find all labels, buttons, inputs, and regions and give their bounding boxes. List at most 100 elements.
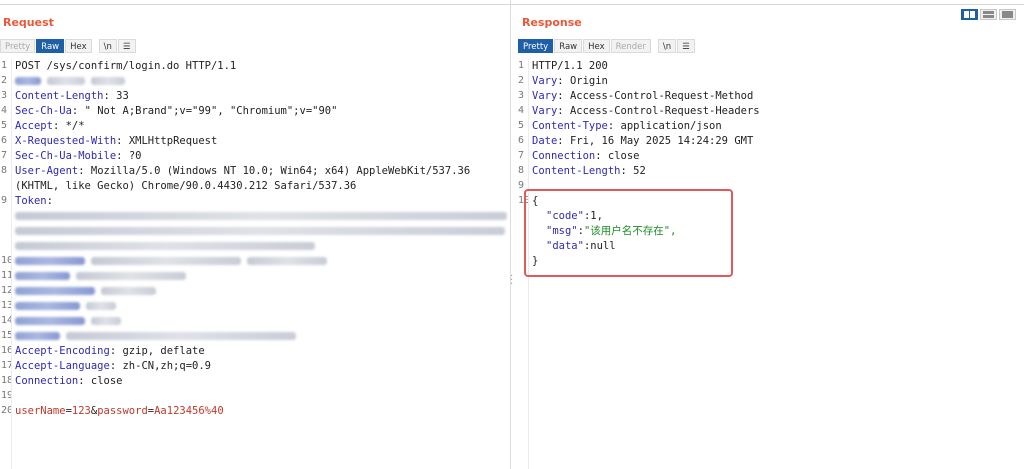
line-text: Connection: close — [532, 149, 639, 163]
redacted-block — [86, 302, 116, 310]
request-line: 3 Content-Length: 33 — [0, 89, 510, 103]
header-value: 52 — [633, 165, 646, 177]
header-name: Vary — [532, 90, 558, 102]
line-number: 17 — [1, 360, 11, 371]
redacted-block — [15, 317, 85, 325]
request-line: 2 — [0, 74, 510, 88]
tab-n[interactable]: \n — [657, 39, 677, 53]
pane-splitter-handle[interactable]: · · · — [510, 272, 513, 290]
line-text: Date: Fri, 16 May 2025 14:24:29 GMT — [532, 134, 753, 148]
header-colon: : — [557, 105, 570, 117]
header-colon: : — [620, 165, 634, 177]
line-number: 14 — [1, 315, 11, 326]
param-value: Aa123456%40 — [154, 405, 224, 417]
line-number: 3 — [1, 90, 8, 101]
line-number: 20 — [1, 405, 11, 416]
line-text: Sec-Ch-Ua: " Not A;Brand";v="99", "Chrom… — [15, 104, 337, 118]
header-name: Sec-Ch-Ua — [15, 105, 72, 117]
line-number: 6 — [1, 135, 8, 146]
header-value: gzip, deflate — [122, 345, 205, 357]
header-colon: : — [607, 120, 621, 132]
menu-icon[interactable]: ☰ — [677, 39, 695, 53]
menu-icon[interactable]: ☰ — [117, 39, 136, 53]
json-body-highlight — [524, 189, 733, 277]
request-line: 18 Connection: close — [0, 374, 510, 388]
response-line: 8 Content-Length: 52 — [517, 164, 1024, 178]
header-colon: : — [103, 90, 117, 102]
line-text — [15, 74, 125, 88]
redacted-block — [15, 212, 507, 220]
request-line: 16 Accept-Encoding: gzip, deflate — [0, 344, 510, 358]
response-line: 1 HTTP/1.1 200 — [517, 59, 1024, 73]
line-number: 5 — [518, 120, 525, 131]
response-line: 7 Connection: close — [517, 149, 1024, 163]
line-number: 5 — [1, 120, 8, 131]
tab-n[interactable]: \n — [98, 39, 117, 53]
line-number: 8 — [1, 165, 8, 176]
header-name: Accept-Language — [15, 360, 110, 372]
request-title: Request — [3, 16, 54, 29]
header-name: Connection — [532, 150, 596, 162]
header-value: 33 — [116, 90, 129, 102]
request-line: 7 Sec-Ch-Ua-Mobile: ?0 — [0, 149, 510, 163]
header-name: Content-Length — [15, 90, 104, 102]
header-name: Token — [15, 195, 47, 207]
header-colon: : — [116, 150, 129, 162]
line-number: 7 — [1, 150, 8, 161]
line-text: Vary: Access-Control-Request-Method — [532, 89, 753, 103]
tab-raw[interactable]: Raw — [36, 39, 65, 53]
line-number: 4 — [1, 105, 8, 116]
header-name: User-Agent — [15, 165, 79, 177]
line-number: 13 — [1, 300, 11, 311]
response-line: 4 Vary: Access-Control-Request-Headers — [517, 104, 1024, 118]
line-number: 15 — [1, 330, 11, 341]
tab-pretty[interactable]: Pretty — [0, 39, 36, 53]
redacted-block — [15, 77, 41, 85]
line-number: 16 — [1, 345, 11, 356]
header-name: Connection — [15, 375, 79, 387]
line-number: 1 — [1, 60, 8, 71]
header-value: XMLHttpRequest — [128, 135, 218, 147]
line-text: POST /sys/confirm/login.do HTTP/1.1 — [15, 60, 237, 72]
request-line: 4 Sec-Ch-Ua: " Not A;Brand";v="99", "Chro… — [0, 104, 510, 118]
line-number: 3 — [518, 90, 525, 101]
tab-pretty[interactable]: Pretty — [518, 39, 554, 53]
header-colon: : — [557, 75, 570, 87]
param-name: userName — [15, 405, 66, 417]
tab-hex[interactable]: Hex — [583, 39, 610, 53]
tab-render[interactable]: Render — [610, 39, 651, 53]
request-line: 6 X-Requested-With: XMLHttpRequest — [0, 134, 510, 148]
line-number: 1 — [518, 60, 525, 71]
header-name: Date — [532, 135, 558, 147]
tab-raw[interactable]: Raw — [554, 39, 583, 53]
line-text — [15, 284, 156, 298]
header-colon: : — [109, 360, 123, 372]
redacted-block — [247, 257, 327, 265]
response-title: Response — [522, 16, 582, 29]
request-line: 5 Accept: */* — [0, 119, 510, 133]
header-value: */* — [65, 120, 85, 132]
request-line: 19 — [0, 389, 510, 403]
line-text: Sec-Ch-Ua-Mobile: ?0 — [15, 149, 141, 163]
line-text: Content-Length: 33 — [15, 89, 129, 103]
response-line: 5 Content-Type: application/json — [517, 119, 1024, 133]
request-line: 1 POST /sys/confirm/login.do HTTP/1.1 — [0, 59, 510, 73]
header-colon: : — [109, 345, 123, 357]
redacted-line — [0, 224, 510, 238]
redacted-block — [66, 332, 296, 340]
line-text: Content-Type: application/json — [532, 119, 722, 133]
tab-hex[interactable]: Hex — [65, 39, 92, 53]
redacted-block — [15, 257, 85, 265]
redacted-block — [91, 77, 125, 85]
header-name: Sec-Ch-Ua-Mobile — [15, 150, 117, 162]
line-text: X-Requested-With: XMLHttpRequest — [15, 134, 217, 148]
line-text: Vary: Access-Control-Request-Headers — [532, 104, 760, 118]
line-number: 2 — [518, 75, 525, 86]
line-text: Vary: Origin — [532, 74, 608, 88]
response-line: 6 Date: Fri, 16 May 2025 14:24:29 GMT — [517, 134, 1024, 148]
header-value: close — [90, 375, 123, 387]
line-number: 2 — [1, 75, 8, 86]
request-tabs: Pretty Raw Hex \n ☰ — [0, 39, 137, 53]
line-text — [15, 329, 296, 343]
redacted-block — [15, 302, 80, 310]
